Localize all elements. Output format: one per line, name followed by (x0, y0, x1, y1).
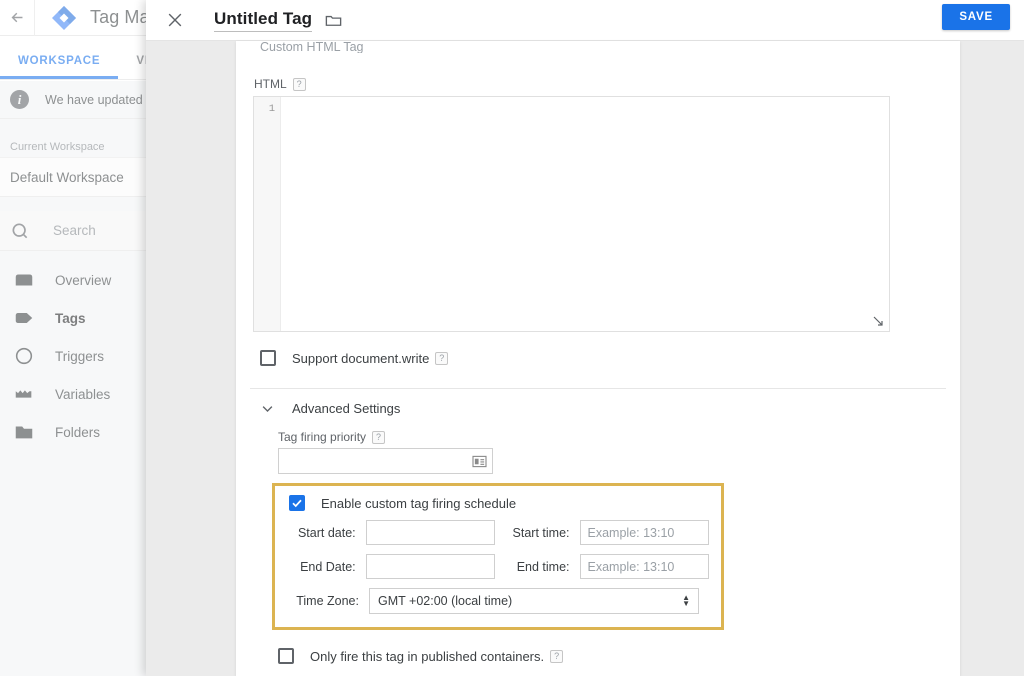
priority-label-text: Tag firing priority (278, 430, 367, 444)
tag-firing-priority-label: Tag firing priority ? (278, 430, 946, 444)
end-date-input[interactable] (365, 554, 496, 579)
code-line-numbers: 1 (254, 97, 281, 331)
timezone-row: Time Zone: GMT +02:00 (local time) ▲ ▼ (287, 588, 709, 614)
advanced-settings-header[interactable]: Advanced Settings (260, 401, 946, 416)
section-divider (250, 388, 946, 389)
end-time-label: End time: (516, 559, 570, 574)
end-row: End Date: End time: Example: 13:10 (287, 554, 709, 579)
spinner-arrows-icon: ▲ ▼ (682, 593, 690, 608)
checkbox-text: Support document.write (292, 350, 430, 366)
folder-icon[interactable] (324, 11, 343, 30)
enable-schedule-label: Enable custom tag firing schedule (321, 495, 517, 511)
time-zone-value: GMT +02:00 (local time) (378, 594, 513, 608)
help-icon[interactable]: ? (292, 77, 306, 91)
end-date-label: End Date: (300, 559, 356, 574)
close-icon[interactable] (164, 9, 186, 31)
tag-firing-priority-input[interactable] (278, 448, 493, 474)
start-row: Start date: Start time: Example: 13:10 (287, 520, 709, 545)
start-time-input[interactable]: Example: 13:10 (579, 520, 709, 545)
html-field-label: HTML ? (254, 77, 946, 91)
variable-picker-icon[interactable] (472, 455, 487, 468)
support-document-write-row[interactable]: Support document.write ? (260, 350, 946, 366)
gtm-tag-editor-screen: Tag Manag WORKSPACE VERSIC i We have upd… (0, 0, 1024, 676)
tag-name-area: Untitled Tag (214, 9, 343, 32)
tag-editor-modal: Untitled Tag SAVE Custom HTML Tag HTML ? (146, 0, 1024, 676)
advanced-settings-title: Advanced Settings (292, 401, 401, 416)
schedule-fields: Start date: Start time: Example: 13:10 E… (287, 520, 709, 614)
help-icon[interactable]: ? (550, 649, 564, 663)
enable-schedule-row[interactable]: Enable custom tag firing schedule (289, 495, 709, 511)
custom-schedule-panel: Enable custom tag firing schedule Start … (272, 483, 724, 630)
time-zone-select[interactable]: GMT +02:00 (local time) ▲ ▼ (369, 588, 699, 614)
code-input-area[interactable] (281, 97, 889, 331)
support-document-write-label: Support document.write ? (292, 350, 449, 366)
help-icon[interactable]: ? (435, 351, 449, 365)
modal-body: Custom HTML Tag HTML ? 1 Support documen… (146, 41, 1024, 676)
start-date-label: Start date: (297, 525, 356, 540)
tag-type-label: Custom HTML Tag (260, 41, 364, 53)
published-containers-row[interactable]: Only fire this tag in published containe… (278, 648, 946, 664)
chevron-down-icon (260, 401, 275, 416)
resize-handle-icon[interactable] (872, 314, 884, 326)
help-icon[interactable]: ? (372, 430, 386, 444)
published-containers-checkbox[interactable] (278, 648, 294, 664)
start-date-input[interactable] (365, 520, 496, 545)
page-title[interactable]: Untitled Tag (214, 9, 313, 32)
save-button[interactable]: SAVE (942, 4, 1010, 30)
start-time-label: Start time: (512, 525, 570, 540)
support-document-write-checkbox[interactable] (260, 350, 276, 366)
published-containers-label: Only fire this tag in published containe… (310, 648, 564, 664)
enable-schedule-checkbox[interactable] (289, 495, 305, 511)
html-code-editor[interactable]: 1 (253, 96, 890, 332)
time-zone-label: Time Zone: (296, 594, 359, 608)
tag-config-card: Custom HTML Tag HTML ? 1 Support documen… (236, 41, 960, 676)
modal-header: Untitled Tag SAVE (146, 0, 1024, 41)
html-label-text: HTML (254, 77, 287, 91)
checkbox-text: Only fire this tag in published containe… (310, 648, 545, 664)
end-time-input[interactable]: Example: 13:10 (579, 554, 709, 579)
